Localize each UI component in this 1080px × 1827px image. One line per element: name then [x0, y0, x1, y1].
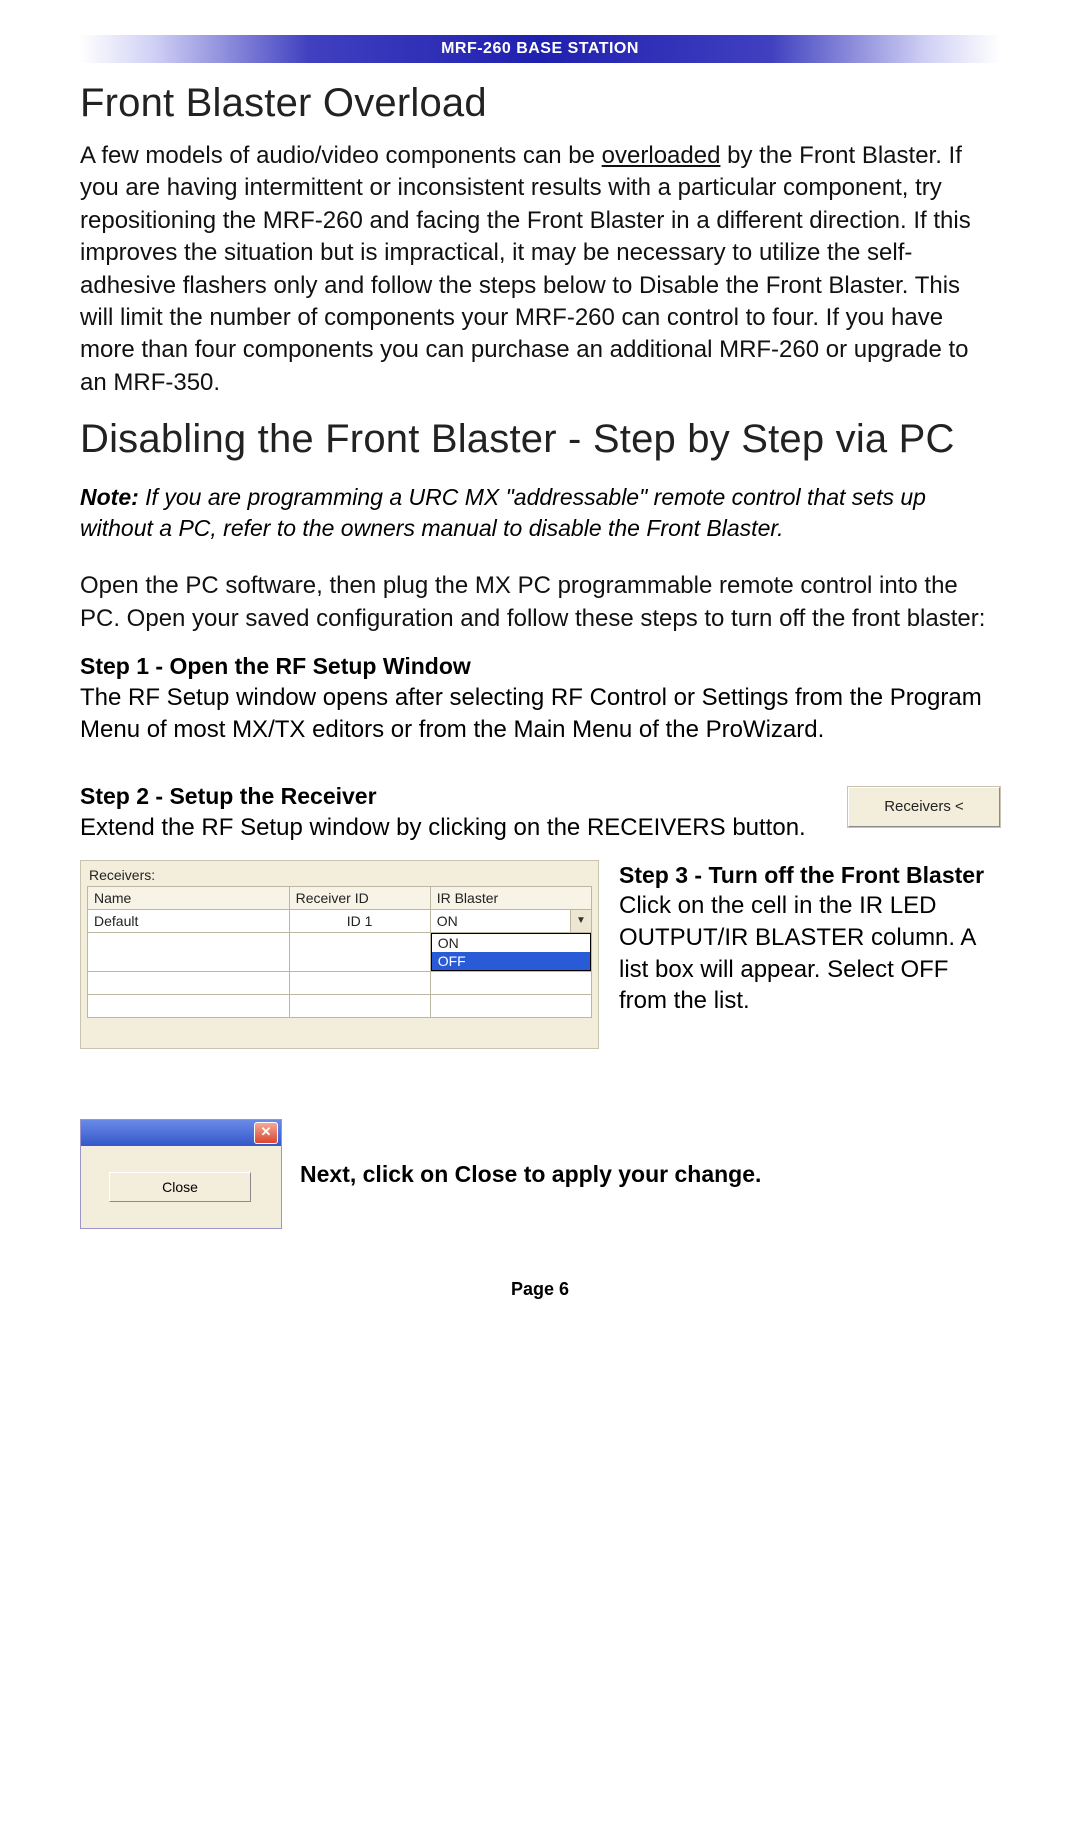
note-paragraph: Note: If you are programming a URC MX "a…	[80, 482, 1000, 544]
dropdown-list: ON OFF	[431, 933, 591, 971]
overload-text-post: by the Front Blaster. If you are having …	[80, 142, 971, 396]
col-receiver-id: Receiver ID	[289, 887, 430, 910]
empty-cell	[289, 933, 430, 972]
page-header-bar: MRF-260 BASE STATION	[80, 35, 1000, 63]
step3-body: Click on the cell in the IR LED OUTPUT/I…	[619, 890, 1000, 1017]
heading-disabling-front-blaster: Disabling the Front Blaster - Step by St…	[80, 417, 1000, 462]
cell-name[interactable]: Default	[88, 910, 290, 933]
note-body: If you are programming a URC MX "address…	[80, 484, 926, 541]
cell-ir-blaster-dropdown[interactable]: ON ▼	[430, 910, 591, 933]
close-row: ✕ Close Next, click on Close to apply yo…	[80, 1119, 1000, 1229]
note-label: Note:	[80, 484, 139, 510]
close-button[interactable]: Close	[109, 1172, 251, 1202]
step3-row: Receivers: Name Receiver ID IR Blaster D…	[80, 860, 1000, 1049]
overload-underlined-word: overloaded	[602, 142, 721, 169]
table-row	[88, 995, 592, 1018]
col-name: Name	[88, 887, 290, 910]
heading-front-blaster-overload: Front Blaster Overload	[80, 81, 1000, 126]
table-row	[88, 972, 592, 995]
step2-body: Extend the RF Setup window by clicking o…	[80, 812, 818, 844]
dropdown-list-row: ON OFF	[88, 933, 592, 972]
overload-paragraph: A few models of audio/video components c…	[80, 140, 1000, 399]
dropdown-value: ON	[431, 910, 591, 932]
step3-text-block: Step 3 - Turn off the Front Blaster Clic…	[619, 860, 1000, 1017]
dialog-body: Close	[81, 1146, 281, 1228]
dialog-titlebar: ✕	[81, 1120, 281, 1146]
close-dialog-screenshot: ✕ Close	[80, 1119, 282, 1229]
overload-text-pre: A few models of audio/video components c…	[80, 142, 602, 169]
close-caption: Next, click on Close to apply your chang…	[300, 1161, 761, 1188]
step1-body: The RF Setup window opens after selectin…	[80, 682, 1000, 745]
step2-row: Step 2 - Setup the Receiver Extend the R…	[80, 767, 1000, 850]
step2-text-block: Step 2 - Setup the Receiver Extend the R…	[80, 767, 818, 850]
header-title: MRF-260 BASE STATION	[441, 40, 639, 57]
dropdown-option-on[interactable]: ON	[432, 934, 590, 952]
empty-cell	[88, 933, 290, 972]
receivers-table: Name Receiver ID IR Blaster Default ID 1…	[87, 886, 592, 1018]
table-header-row: Name Receiver ID IR Blaster	[88, 887, 592, 910]
page-footer: Page 6	[80, 1279, 1000, 1300]
close-icon[interactable]: ✕	[254, 1122, 278, 1144]
cell-receiver-id[interactable]: ID 1	[289, 910, 430, 933]
receivers-grid-label: Receivers:	[89, 867, 592, 883]
receivers-button[interactable]: Receivers <	[848, 787, 1000, 827]
table-row: Default ID 1 ON ▼	[88, 910, 592, 933]
intro-paragraph: Open the PC software, then plug the MX P…	[80, 570, 1000, 635]
step1-title: Step 1 - Open the RF Setup Window	[80, 653, 1000, 680]
step2-title: Step 2 - Setup the Receiver	[80, 783, 818, 810]
col-ir-blaster: IR Blaster	[430, 887, 591, 910]
step3-title: Step 3 - Turn off the Front Blaster	[619, 860, 1000, 890]
dropdown-option-off[interactable]: OFF	[432, 952, 590, 970]
receivers-grid-screenshot: Receivers: Name Receiver ID IR Blaster D…	[80, 860, 599, 1049]
chevron-down-icon[interactable]: ▼	[570, 910, 591, 932]
document-page: MRF-260 BASE STATION Front Blaster Overl…	[0, 0, 1080, 1340]
